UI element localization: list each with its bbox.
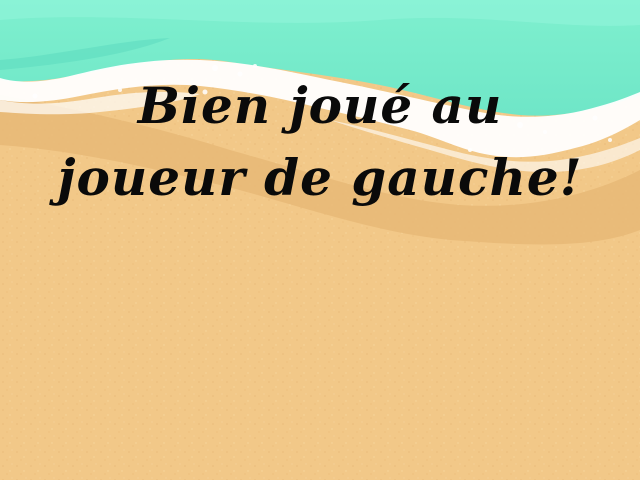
winner-message-line-2: joueur de gauche!	[57, 148, 583, 207]
game-screen: Bien joué au joueur de gauche!	[0, 0, 640, 480]
winner-message-line-1: Bien joué au	[137, 76, 503, 135]
winner-message: Bien joué au joueur de gauche!	[0, 70, 640, 214]
